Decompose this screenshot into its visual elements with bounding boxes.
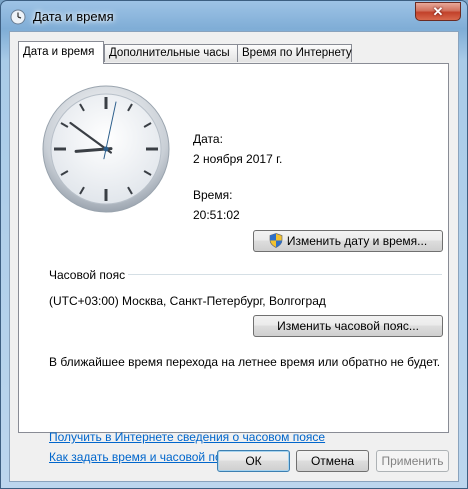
tab-additional-clocks[interactable]: Дополнительные часы [104, 44, 238, 62]
change-timezone-button[interactable]: Изменить часовой пояс... [253, 315, 443, 337]
close-button[interactable]: ✕ [415, 2, 461, 21]
date-time-window: Дата и время ✕ Дата и время Дополнительн… [0, 0, 468, 489]
ok-button[interactable]: ОК [217, 450, 290, 472]
apply-button[interactable]: Применить [376, 450, 449, 472]
time-label: Время: [193, 188, 233, 202]
close-icon: ✕ [432, 4, 444, 19]
tab-panel-date-time: Дата: 2 ноября 2017 г. Время: 20:51:02 И… [18, 63, 449, 464]
tab-date-time[interactable]: Дата и время [18, 41, 104, 64]
clock-icon [10, 9, 26, 25]
analog-clock [42, 85, 170, 213]
timezone-info-link[interactable]: Получить в Интернете сведения о часовом … [49, 430, 325, 444]
cancel-button[interactable]: Отмена [296, 450, 369, 472]
time-value: 20:51:02 [193, 208, 240, 222]
date-value: 2 ноября 2017 г. [193, 152, 283, 166]
dst-note: В ближайшее время перехода на летнее вре… [49, 355, 441, 369]
title-bar[interactable]: Дата и время ✕ [1, 1, 467, 31]
dialog-body: Дата и время Дополнительные часы Время п… [9, 31, 459, 482]
uac-shield-icon [269, 233, 283, 248]
date-label: Дата: [193, 132, 223, 146]
timezone-heading: Часовой пояс [49, 268, 126, 282]
change-date-time-button[interactable]: Изменить дату и время... [253, 230, 443, 252]
timezone-value: (UTC+03:00) Москва, Санкт-Петербург, Вол… [49, 294, 326, 308]
clock-center-pin [103, 146, 109, 152]
change-date-time-label: Изменить дату и время... [286, 234, 428, 248]
tab-internet-time[interactable]: Время по Интернету [237, 44, 352, 62]
help-link[interactable]: Как задать время и часовой пояс? [49, 450, 241, 464]
timezone-separator [128, 274, 442, 275]
window-title: Дата и время [33, 9, 114, 24]
